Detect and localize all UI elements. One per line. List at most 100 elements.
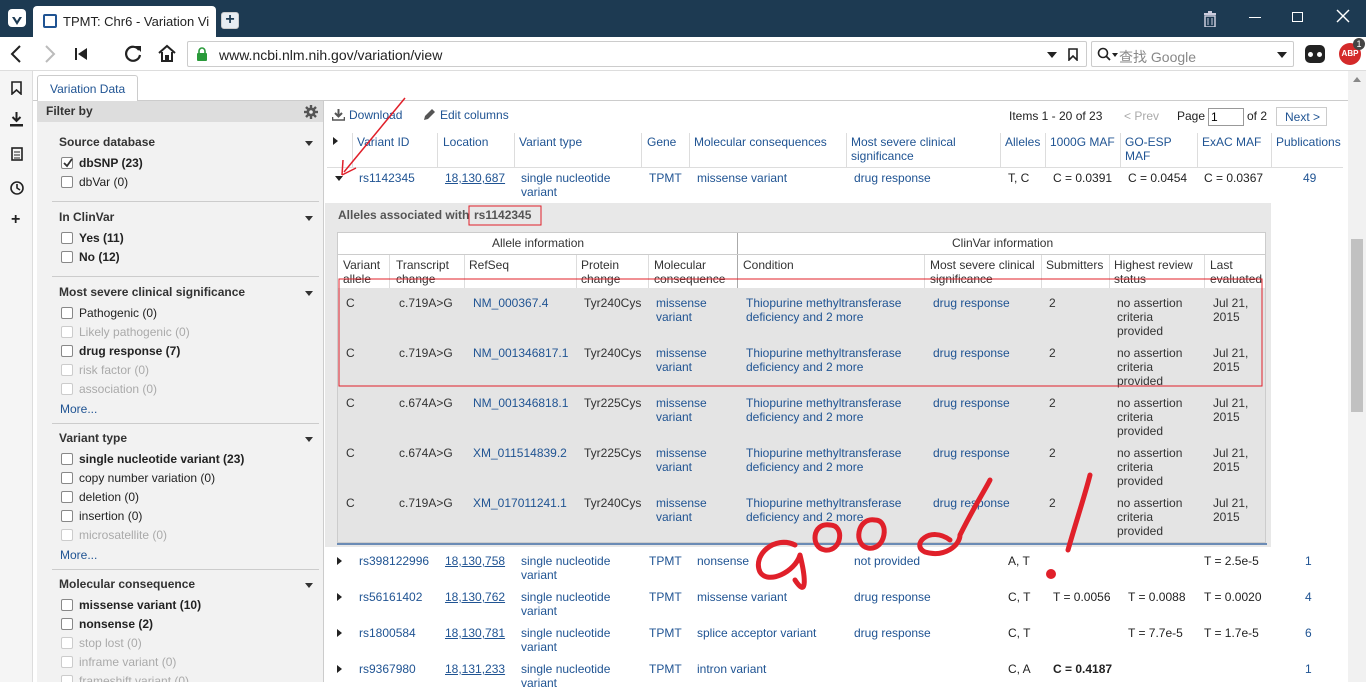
filter-option-deletion[interactable]: deletion (0) <box>61 490 139 506</box>
restore-window-icon[interactable] <box>1292 12 1303 22</box>
expand-row-icon[interactable] <box>337 665 342 673</box>
history-panel-icon[interactable] <box>10 181 24 198</box>
expand-row-icon[interactable] <box>337 557 342 565</box>
filter-option-dbvar[interactable]: dbVar (0) <box>61 175 128 191</box>
checkbox-icon[interactable] <box>61 176 73 188</box>
checkbox-icon[interactable] <box>61 345 73 357</box>
page-input[interactable] <box>1208 108 1244 126</box>
expand-row-icon[interactable] <box>337 593 342 601</box>
filter-option-no[interactable]: No (12) <box>61 250 120 266</box>
gear-icon[interactable] <box>304 105 318 122</box>
location-link[interactable]: 18,130,758 <box>445 554 505 568</box>
back-icon[interactable] <box>10 45 22 66</box>
col-header-1000g[interactable]: 1000G MAF <box>1050 135 1115 149</box>
filter-option-nonsense[interactable]: nonsense (2) <box>61 617 153 633</box>
downloads-panel-icon[interactable] <box>10 112 23 130</box>
checkbox-icon[interactable] <box>61 251 73 263</box>
browser-tab[interactable]: TPMT: Chr6 - Variation Vi <box>33 6 216 37</box>
more-link[interactable]: More... <box>60 402 97 416</box>
chevron-down-icon[interactable] <box>305 437 313 442</box>
forward-icon[interactable] <box>44 45 56 66</box>
close-window-icon[interactable] <box>1336 9 1350 23</box>
filter-option-yes[interactable]: Yes (11) <box>61 231 124 247</box>
col-header-variant-id[interactable]: Variant ID <box>357 135 409 149</box>
next-button[interactable]: Next > <box>1276 107 1327 126</box>
more-link[interactable]: More... <box>60 548 97 562</box>
condition-link[interactable]: Thiopurine methyltransferase deficiency … <box>746 446 916 474</box>
refseq-link[interactable]: XM_011514839.2 <box>473 446 567 460</box>
location-link[interactable]: 18,130,687 <box>445 171 505 185</box>
filter-option-dbsnp[interactable]: dbSNP (23) <box>61 156 143 172</box>
new-tab-button[interactable]: + <box>221 12 239 29</box>
condition-link[interactable]: Thiopurine methyltransferase deficiency … <box>746 496 916 524</box>
checkbox-icon[interactable] <box>61 510 73 522</box>
condition-link[interactable]: Thiopurine methyltransferase deficiency … <box>746 296 916 324</box>
condition-link[interactable]: Thiopurine methyltransferase deficiency … <box>746 346 916 374</box>
filter-option-cnv[interactable]: copy number variation (0) <box>61 471 215 487</box>
checkbox-icon[interactable] <box>61 599 73 611</box>
dropdown-arrow-icon[interactable] <box>1047 52 1057 58</box>
scroll-up-icon[interactable] <box>1353 77 1361 82</box>
expand-row-icon[interactable] <box>337 629 342 637</box>
rewind-icon[interactable] <box>75 48 87 63</box>
notes-panel-icon[interactable] <box>11 147 23 164</box>
refseq-link[interactable]: NM_000367.4 <box>473 296 548 310</box>
col-header-alleles[interactable]: Alleles <box>1005 135 1040 149</box>
collapse-row-icon[interactable] <box>335 176 343 181</box>
publications-link[interactable]: 4 <box>1305 590 1312 604</box>
extension-icon[interactable] <box>1305 45 1325 63</box>
checkbox-checked-icon[interactable] <box>61 157 73 169</box>
filter-option-snv[interactable]: single nucleotide variant (23) <box>61 452 244 468</box>
col-header-significance[interactable]: Most severe clinical significance <box>851 135 991 163</box>
vivaldi-logo-icon[interactable] <box>8 9 26 27</box>
checkbox-icon[interactable] <box>61 472 73 484</box>
location-link[interactable]: 18,131,233 <box>445 662 505 676</box>
trash-icon[interactable] <box>1203 11 1217 28</box>
reload-icon[interactable] <box>123 44 143 67</box>
search-box[interactable]: 查找 Google <box>1091 41 1294 67</box>
variant-id-link[interactable]: rs398122996 <box>359 554 429 568</box>
home-icon[interactable] <box>157 44 177 66</box>
chevron-down-icon[interactable] <box>305 291 313 296</box>
variant-id-link[interactable]: rs9367980 <box>359 662 416 676</box>
col-header-consequences[interactable]: Molecular consequences <box>694 135 827 149</box>
publications-link[interactable]: 49 <box>1303 171 1316 185</box>
bookmark-icon[interactable] <box>1068 48 1078 64</box>
address-bar[interactable]: www.ncbi.nlm.nih.gov/variation/view <box>187 41 1087 67</box>
scrollbar-thumb[interactable] <box>1351 239 1363 412</box>
header-expand-icon[interactable] <box>333 137 338 145</box>
filter-option-insertion[interactable]: insertion (0) <box>61 509 142 525</box>
chevron-down-icon[interactable] <box>305 141 313 146</box>
col-header-exac[interactable]: ExAC MAF <box>1202 135 1261 149</box>
col-header-gene[interactable]: Gene <box>647 135 676 149</box>
col-header-variant-type[interactable]: Variant type <box>519 135 582 149</box>
chevron-down-icon[interactable] <box>305 583 313 588</box>
col-header-goesp[interactable]: GO-ESP MAF <box>1125 135 1190 163</box>
col-header-publications[interactable]: Publications <box>1276 135 1341 149</box>
filter-option-missense[interactable]: missense variant (10) <box>61 598 201 614</box>
location-link[interactable]: 18,130,762 <box>445 590 505 604</box>
publications-link[interactable]: 6 <box>1305 626 1312 640</box>
add-panel-icon[interactable]: + <box>11 211 20 229</box>
tab-variation-data[interactable]: Variation Data <box>37 75 138 101</box>
publications-link[interactable]: 1 <box>1305 662 1312 676</box>
refseq-link[interactable]: NM_001346818.1 <box>473 396 568 410</box>
refseq-link[interactable]: NM_001346817.1 <box>473 346 568 360</box>
page-scrollbar[interactable] <box>1348 71 1366 682</box>
col-header-location[interactable]: Location <box>443 135 488 149</box>
checkbox-icon[interactable] <box>61 307 73 319</box>
download-button[interactable]: Download <box>331 108 402 124</box>
filter-option-pathogenic[interactable]: Pathogenic (0) <box>61 306 157 322</box>
chevron-down-icon[interactable] <box>305 216 313 221</box>
edit-columns-button[interactable]: Edit columns <box>423 108 509 124</box>
prev-button[interactable]: < Prev <box>1124 109 1159 123</box>
condition-link[interactable]: Thiopurine methyltransferase deficiency … <box>746 396 916 424</box>
variant-id-link[interactable]: rs1800584 <box>359 626 416 640</box>
checkbox-icon[interactable] <box>61 453 73 465</box>
minimize-window-icon[interactable] <box>1249 17 1261 18</box>
bookmarks-panel-icon[interactable] <box>11 81 22 98</box>
checkbox-icon[interactable] <box>61 491 73 503</box>
checkbox-icon[interactable] <box>61 618 73 630</box>
checkbox-icon[interactable] <box>61 232 73 244</box>
variant-id-link[interactable]: rs56161402 <box>359 590 422 604</box>
